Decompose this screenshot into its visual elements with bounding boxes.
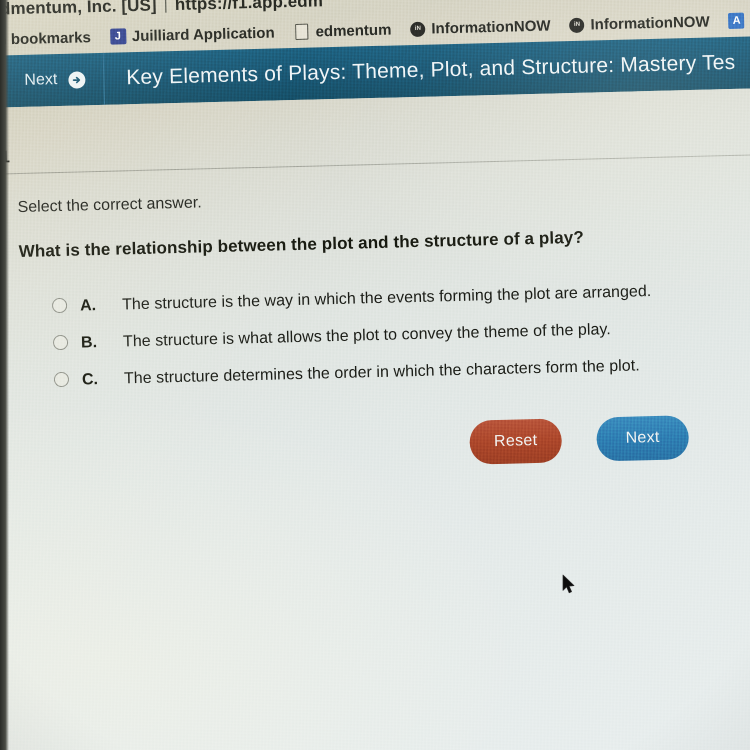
- question-prompt: What is the relationship between the plo…: [18, 227, 585, 262]
- next-button[interactable]: Next: [596, 415, 690, 462]
- action-buttons: Reset Next: [469, 415, 690, 465]
- choice-letter: B.: [80, 334, 98, 352]
- radio-button-a[interactable]: [51, 297, 68, 314]
- answer-choices-list: A. The structure is the way in which the…: [51, 280, 715, 408]
- header-next-label: Next: [24, 71, 58, 89]
- bookmark-import-bookmarks[interactable]: on bookmarks: [0, 28, 96, 50]
- site-identity-label: Edmentum, Inc. [US]: [0, 0, 157, 19]
- dark-circle-icon: iN: [569, 17, 585, 33]
- blue-square-icon: A: [728, 12, 745, 30]
- assessment-page: 1 Select the correct answer. What is the…: [0, 87, 750, 750]
- header-divider: [0, 154, 750, 175]
- question-number: 1: [0, 147, 11, 167]
- circle-arrow-right-icon: [68, 70, 86, 89]
- address-url-text: https://f1.app.edm: [174, 0, 324, 15]
- address-separator: |: [163, 0, 169, 14]
- instruction-text: Select the correct answer.: [17, 194, 202, 217]
- document-icon: [293, 23, 309, 40]
- j-square-icon: J: [109, 28, 127, 45]
- bookmark-edi[interactable]: A Edi: [723, 10, 750, 30]
- page-title: Key Elements of Plays: Theme, Plot, and …: [125, 50, 736, 90]
- reset-button[interactable]: Reset: [469, 418, 563, 465]
- bookmark-label: InformationNOW: [590, 12, 710, 34]
- header-next-button[interactable]: Next: [15, 52, 105, 108]
- bookmark-label: edmentum: [315, 21, 392, 40]
- radio-button-b[interactable]: [52, 334, 69, 351]
- bookmark-label: InformationNOW: [431, 17, 551, 38]
- bookmark-edmentum[interactable]: edmentum: [288, 20, 396, 42]
- choice-letter: A.: [79, 297, 97, 315]
- bookmark-label: Juilliard Application: [131, 24, 275, 45]
- choice-letter: C.: [81, 371, 99, 389]
- chevron-down-icon[interactable]: [0, 75, 17, 88]
- photo-of-screen: Edmentum, Inc. [US] | https://f1.app.edm…: [0, 0, 750, 750]
- dark-circle-icon: iN: [410, 21, 426, 37]
- bookmark-juilliard-application[interactable]: J Juilliard Application: [105, 23, 280, 46]
- bookmark-informationnow-2[interactable]: iN InformationNOW: [564, 12, 715, 35]
- radio-button-c[interactable]: [53, 371, 70, 388]
- bookmark-label: on bookmarks: [0, 28, 92, 49]
- choice-text: The structure is the way in which the ev…: [121, 283, 652, 314]
- screen-content: Edmentum, Inc. [US] | https://f1.app.edm…: [0, 0, 750, 750]
- bookmark-informationnow-1[interactable]: iN InformationNOW: [405, 16, 556, 39]
